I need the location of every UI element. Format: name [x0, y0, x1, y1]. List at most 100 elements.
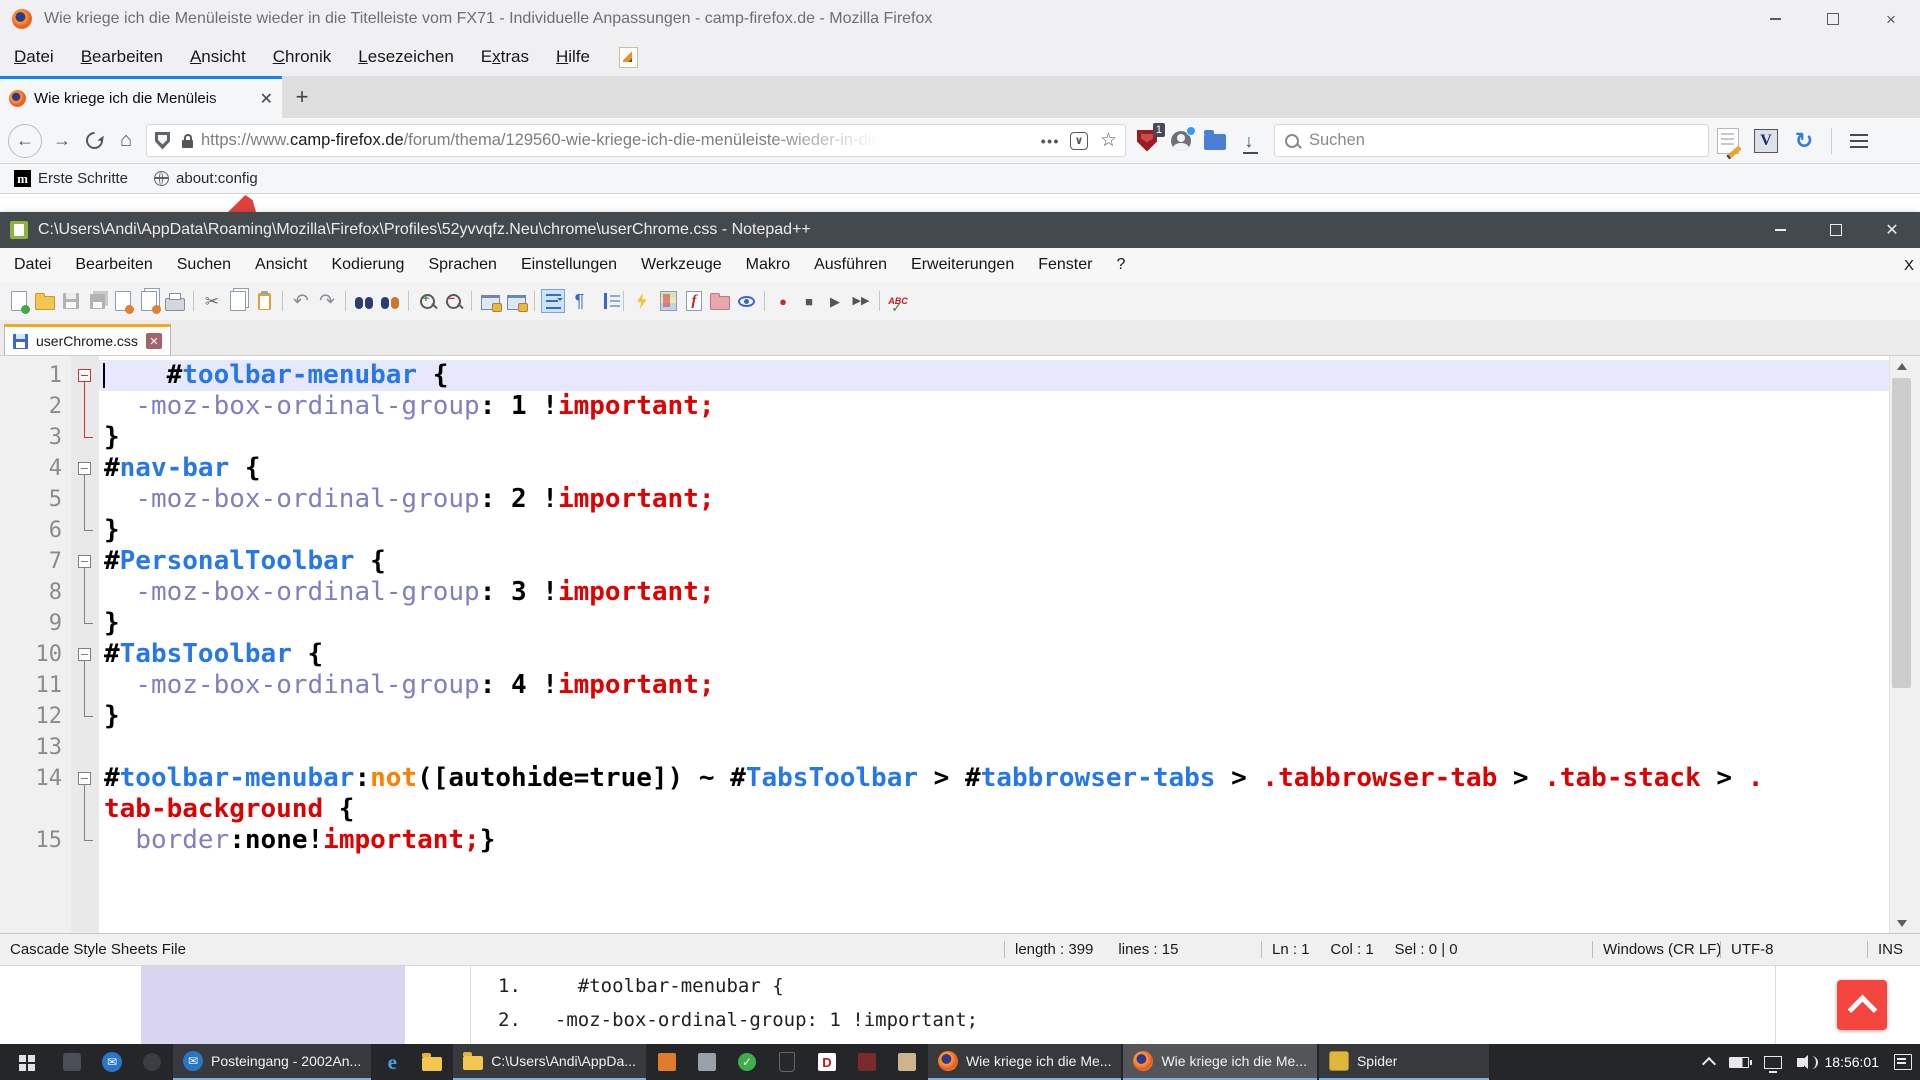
npp-menu-suchen[interactable]: Suchen [177, 256, 231, 274]
firefox-menu-chronik[interactable]: Chronik [273, 47, 332, 67]
save-icon[interactable] [59, 289, 83, 313]
folder-as-workspace-icon[interactable] [708, 289, 732, 313]
firefox-menu-lesezeichen[interactable]: Lesezeichen [358, 47, 453, 67]
ublock-origin-icon[interactable]: 1 [1130, 124, 1164, 158]
taskbar-firefox-window-2[interactable]: Wie kriege ich die Me... [1123, 1044, 1317, 1080]
menu-hamburger-icon[interactable] [1840, 122, 1878, 160]
fold-marker[interactable] [71, 453, 99, 484]
document-tab-close-icon[interactable]: ✕ [146, 333, 162, 349]
avira-icon[interactable] [767, 1044, 807, 1080]
fold-marker[interactable] [71, 546, 99, 577]
scroll-up-arrow-icon[interactable] [1890, 356, 1913, 376]
duden-icon[interactable]: D [807, 1044, 847, 1080]
minimize-button[interactable] [1746, 0, 1804, 38]
editor-vertical-scrollbar[interactable] [1889, 356, 1913, 933]
macro-play-icon[interactable]: ▶ [823, 289, 847, 313]
explorer-icon[interactable] [412, 1044, 452, 1080]
code-line[interactable]: 9} [7, 608, 1890, 639]
pinned-app-icon[interactable] [52, 1044, 92, 1080]
code-line[interactable]: 2 -moz-box-ordinal-group: 1 !important; [7, 391, 1890, 422]
code-line[interactable]: 6} [7, 515, 1890, 546]
action-center-icon[interactable] [1894, 1054, 1912, 1070]
reload-button[interactable] [78, 125, 110, 157]
close-all-icon[interactable] [137, 289, 161, 313]
npp-menu-ansicht[interactable]: Ansicht [255, 256, 307, 274]
userscript-icon[interactable] [1709, 122, 1747, 160]
close-file-icon[interactable] [111, 289, 135, 313]
session-sync-icon[interactable]: ↻ [1785, 122, 1823, 160]
back-button[interactable]: ← [8, 124, 42, 158]
taskbar-spider-window[interactable]: Spider [1319, 1044, 1489, 1080]
menubar-close-icon[interactable]: X [1904, 257, 1914, 274]
app-gray-icon[interactable] [687, 1044, 727, 1080]
update-ok-icon[interactable]: ✓ [727, 1044, 767, 1080]
battery-icon[interactable] [1729, 1057, 1749, 1068]
fold-marker[interactable] [71, 360, 99, 391]
npp-menu-fenster[interactable]: Fenster [1038, 256, 1092, 274]
forward-button[interactable]: → [46, 125, 78, 157]
tab-close-icon[interactable]: ✕ [260, 89, 273, 109]
fold-marker[interactable] [71, 763, 99, 794]
find-icon[interactable] [352, 289, 376, 313]
code-editor[interactable]: 1 #toolbar-menubar {2 -moz-box-ordinal-g… [7, 356, 1913, 933]
macro-stop-icon[interactable]: ■ [797, 289, 821, 313]
spell-check-icon[interactable]: ABC [886, 289, 910, 313]
word-wrap-icon[interactable] [541, 289, 565, 313]
taskbar-firefox-window-1[interactable]: Wie kriege ich die Me... [928, 1044, 1122, 1080]
code-line[interactable]: 8 -moz-box-ordinal-group: 3 !important; [7, 577, 1890, 608]
firefox-menu-extras[interactable]: Extras [481, 47, 529, 67]
download-icon[interactable]: ↓ [1232, 124, 1266, 158]
npp-maximize-button[interactable] [1808, 212, 1864, 248]
app-tan-icon[interactable] [887, 1044, 927, 1080]
replace-icon[interactable] [378, 289, 402, 313]
firefox-menu-ansicht[interactable]: Ansicht [190, 47, 246, 67]
bookmark-item[interactable]: about:config [154, 170, 258, 187]
document-tab-userchrome[interactable]: userChrome.css ✕ [4, 324, 171, 355]
npp-minimize-button[interactable] [1752, 212, 1808, 248]
print-icon[interactable] [163, 289, 187, 313]
volume-icon[interactable] [1797, 1058, 1810, 1067]
close-button[interactable]: × [1862, 0, 1920, 38]
active-tab[interactable]: Wie kriege ich die Menüleis ✕ [0, 76, 282, 118]
app-maroon-icon[interactable] [847, 1044, 887, 1080]
zoom-out-icon[interactable] [441, 289, 465, 313]
function-list-icon[interactable]: f [682, 289, 706, 313]
macro-record-icon[interactable]: ● [771, 289, 795, 313]
indent-guide-icon[interactable] [593, 289, 617, 313]
start-button[interactable] [0, 1044, 52, 1080]
npp-menu-werkzeuge[interactable]: Werkzeuge [641, 256, 722, 274]
code-line[interactable]: 12} [7, 701, 1890, 732]
code-line[interactable]: 15 border:none!important;} [7, 825, 1890, 856]
taskbar-mail-window[interactable]: ✉Posteingang - 2002An... [173, 1044, 371, 1080]
user-defined-dialog-icon[interactable] [630, 289, 654, 313]
code-line[interactable]: 3} [7, 422, 1890, 453]
firefox-menu-bearbeiten[interactable]: Bearbeiten [81, 47, 163, 67]
bookmark-folder-icon[interactable] [1198, 124, 1232, 158]
sync-horizontal-scroll-icon[interactable] [504, 289, 528, 313]
sync-vertical-scroll-icon[interactable] [478, 289, 502, 313]
code-line[interactable]: 7#PersonalToolbar { [7, 546, 1890, 577]
cut-icon[interactable]: ✂ [200, 289, 224, 313]
edge-icon[interactable]: e [372, 1044, 412, 1080]
pocket-icon[interactable]: ∨ [1070, 132, 1088, 150]
npp-menu-datei[interactable]: Datei [14, 256, 51, 274]
code-line[interactable]: 4#nav-bar { [7, 453, 1890, 484]
undo-icon[interactable]: ↶ [289, 289, 313, 313]
taskbar-explorer-window[interactable]: C:\Users\Andi\AppDa... [453, 1044, 646, 1080]
v-extension-icon[interactable]: V [1747, 122, 1785, 160]
code-line[interactable]: 10#TabsToolbar { [7, 639, 1890, 670]
firefox-menu-datei[interactable]: Datei [14, 47, 54, 67]
notes-pencil-icon[interactable] [619, 47, 638, 68]
account-avatar-icon[interactable] [1164, 124, 1198, 158]
code-line[interactable]: 5 -moz-box-ordinal-group: 2 !important; [7, 484, 1890, 515]
taskbar-clock[interactable]: 18:56:01 [1825, 1054, 1880, 1070]
scroll-to-top-button[interactable] [1837, 980, 1887, 1030]
npp-close-button[interactable]: ✕ [1864, 212, 1920, 248]
npp-menu-einstellungen[interactable]: Einstellungen [521, 256, 617, 274]
copy-icon[interactable] [226, 289, 250, 313]
url-bar[interactable]: https://www.camp-firefox.de/forum/thema/… [146, 124, 1126, 157]
app-orange-icon[interactable] [647, 1044, 687, 1080]
npp-menu-bearbeiten[interactable]: Bearbeiten [75, 256, 152, 274]
code-line[interactable]: 11 -moz-box-ordinal-group: 4 !important; [7, 670, 1890, 701]
npp-menu-sprachen[interactable]: Sprachen [428, 256, 497, 274]
